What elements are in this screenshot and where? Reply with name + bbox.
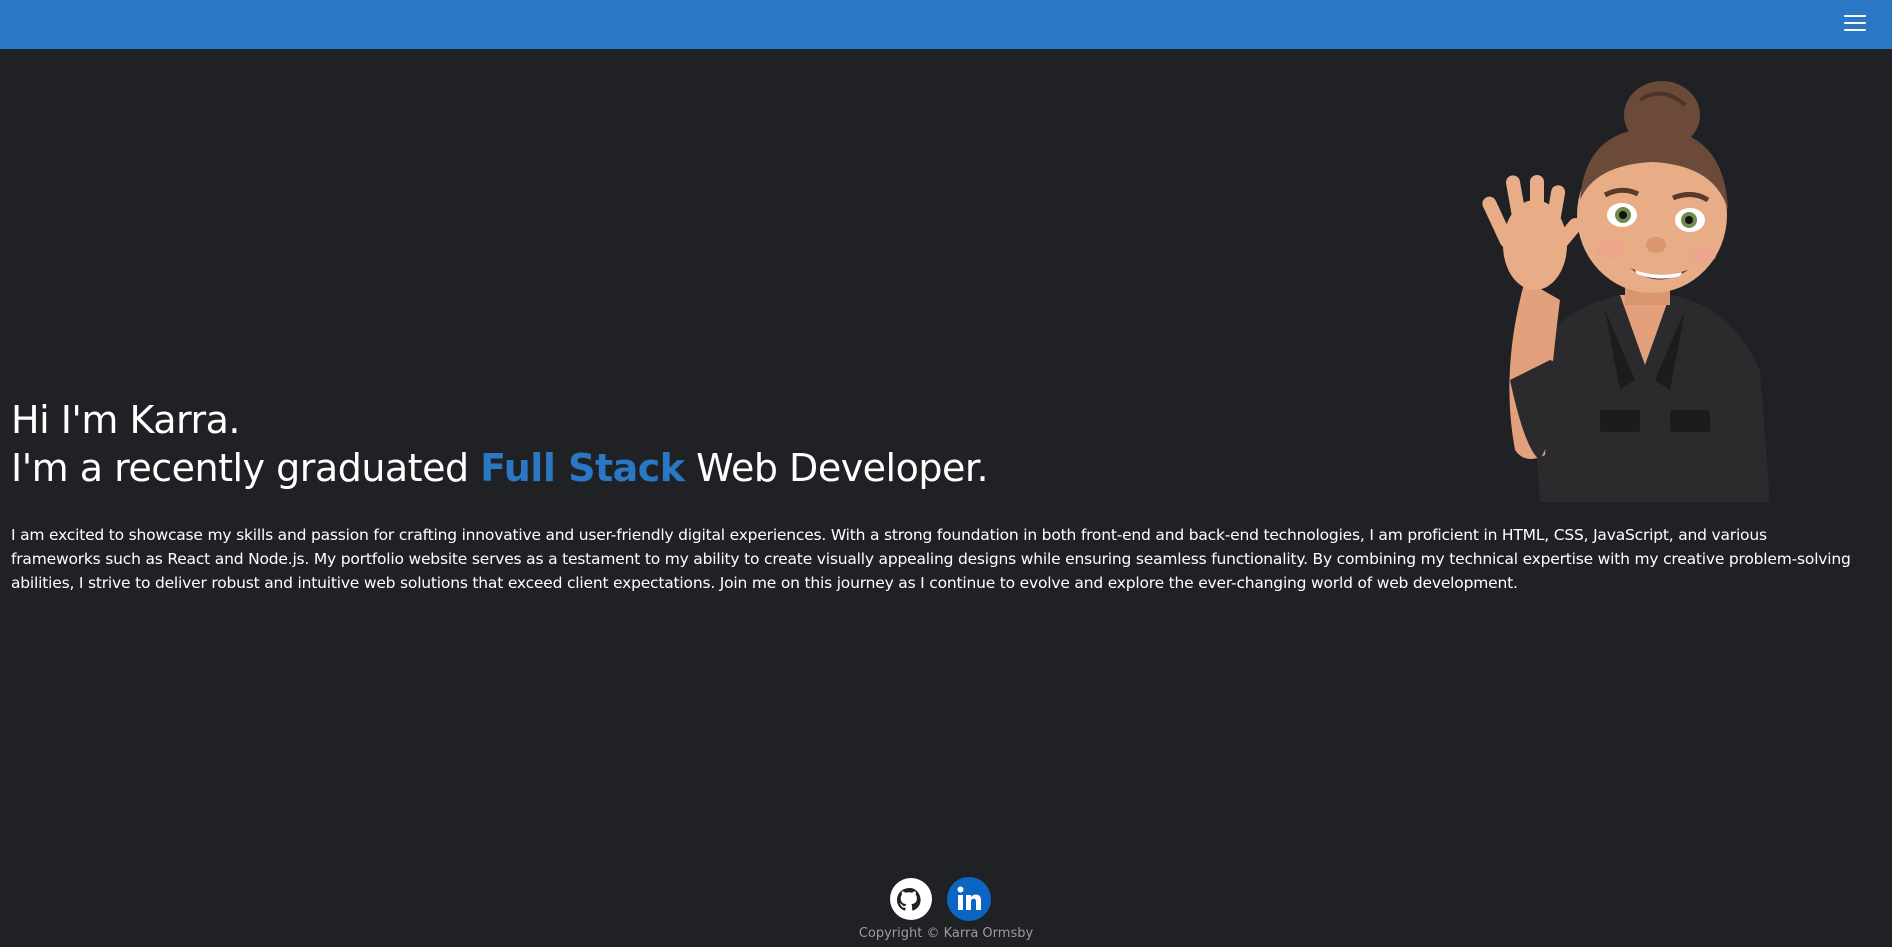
hamburger-menu-icon[interactable]: [1844, 13, 1866, 33]
hero-headline: Hi I'm Karra. I'm a recently graduated F…: [11, 396, 989, 492]
github-icon[interactable]: [888, 876, 934, 922]
github-logo: [890, 878, 932, 920]
hero-title-highlight: Full Stack: [480, 446, 685, 490]
copyright-text: Copyright © Karra Ormsby: [858, 926, 1034, 941]
hero-greeting: Hi I'm Karra.: [11, 398, 240, 442]
page-footer: Copyright © Karra Ormsby: [0, 870, 1892, 947]
hero-title-prefix: I'm a recently graduated: [11, 446, 481, 490]
menu-bar-bottom: [1844, 29, 1866, 31]
menu-bar-top: [1844, 15, 1866, 17]
linkedin-logo: [947, 877, 991, 921]
menu-bar-middle: [1844, 22, 1866, 24]
intro-paragraph: I am excited to showcase my skills and p…: [11, 526, 1851, 592]
hero-title-suffix: Web Developer.: [684, 446, 989, 490]
top-navbar: [0, 0, 1892, 49]
hero-title: I'm a recently graduated Full Stack Web …: [11, 444, 989, 492]
linkedin-icon[interactable]: [946, 876, 992, 922]
waving-avatar-image: [1482, 81, 1770, 502]
